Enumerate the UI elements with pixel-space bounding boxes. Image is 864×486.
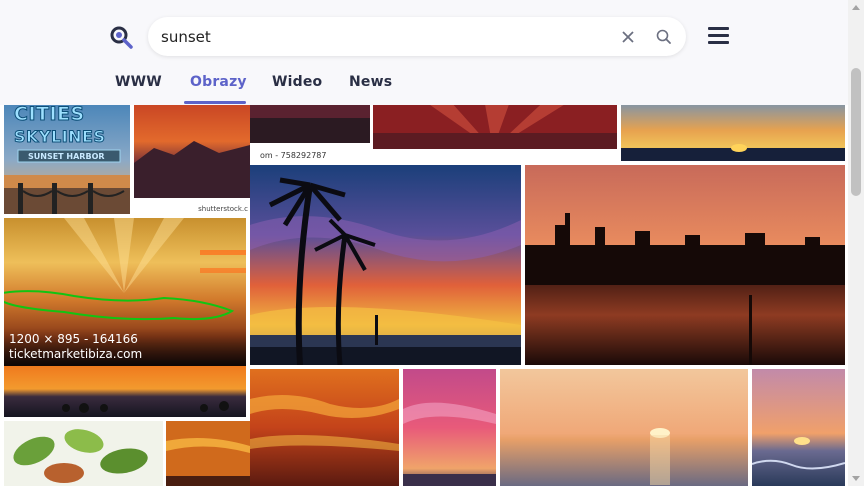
image-dimensions: 1200 × 895 - 164166	[9, 332, 138, 346]
image-result-mountain-sunset[interactable]: shutterstock.c	[134, 93, 250, 214]
search-box	[148, 17, 686, 56]
scroll-down-arrow-icon[interactable]	[852, 476, 860, 481]
image-result-orange-clouds[interactable]	[250, 369, 399, 486]
search-icon[interactable]	[654, 27, 674, 47]
amber-sky-image	[166, 421, 250, 486]
page: CITIES SKYLINES SUNSET HARBOR shuttersto…	[0, 0, 864, 486]
hamburger-menu-icon[interactable]	[708, 27, 731, 45]
image-result-amber-sky[interactable]	[166, 421, 250, 486]
active-tab-indicator	[184, 101, 246, 104]
jade-plant-image	[4, 421, 163, 486]
header: WWW Obrazy Wideo News	[0, 0, 848, 105]
pink-sky-image	[403, 369, 496, 486]
image-caption-id: om - 758292787	[260, 151, 327, 160]
palm-trees-image	[250, 165, 521, 365]
tab-www[interactable]: WWW	[115, 74, 162, 90]
hover-info-overlay: 1200 × 895 - 164166 ticketmarketibiza.co…	[4, 328, 246, 366]
image-result-jade-plant[interactable]	[4, 421, 163, 486]
image-result-waves[interactable]	[752, 369, 845, 486]
tab-wideo[interactable]: Wideo	[272, 74, 322, 90]
beach-silhouettes-image	[4, 366, 246, 417]
sunset-harbor-badge: SUNSET HARBOR	[28, 152, 105, 161]
image-result-palm-trees[interactable]	[250, 165, 521, 365]
search-logo-icon[interactable]	[108, 24, 134, 50]
image-result-calm-sea[interactable]	[500, 369, 748, 486]
orange-clouds-image	[250, 369, 399, 486]
skylines-subtitle: SKYLINES	[14, 127, 106, 147]
scroll-up-arrow-icon[interactable]	[852, 5, 860, 10]
cities-title: CITIES	[14, 103, 85, 126]
image-source: ticketmarketibiza.com	[9, 347, 143, 361]
image-result-cities-skylines[interactable]: CITIES SKYLINES SUNSET HARBOR	[4, 93, 130, 214]
search-input[interactable]	[161, 26, 601, 48]
image-result-golden-rays[interactable]: 1200 × 895 - 164166 ticketmarketibiza.co…	[4, 218, 246, 366]
scroll-thumb[interactable]	[851, 68, 861, 196]
image-result-beach-silhouettes[interactable]	[4, 366, 246, 417]
calm-sea-image	[500, 369, 748, 486]
vertical-scrollbar[interactable]	[848, 0, 864, 486]
clear-icon[interactable]	[618, 27, 638, 47]
mountain-sunset-image	[134, 93, 250, 214]
tab-news[interactable]: News	[349, 74, 392, 90]
image-result-city-reflection[interactable]	[525, 165, 845, 365]
city-reflection-image	[525, 165, 845, 365]
tab-obrazy[interactable]: Obrazy	[190, 74, 247, 90]
shutterstock-watermark: shutterstock.c	[198, 205, 248, 213]
waves-image	[752, 369, 845, 486]
image-result-pink-sky[interactable]	[403, 369, 496, 486]
